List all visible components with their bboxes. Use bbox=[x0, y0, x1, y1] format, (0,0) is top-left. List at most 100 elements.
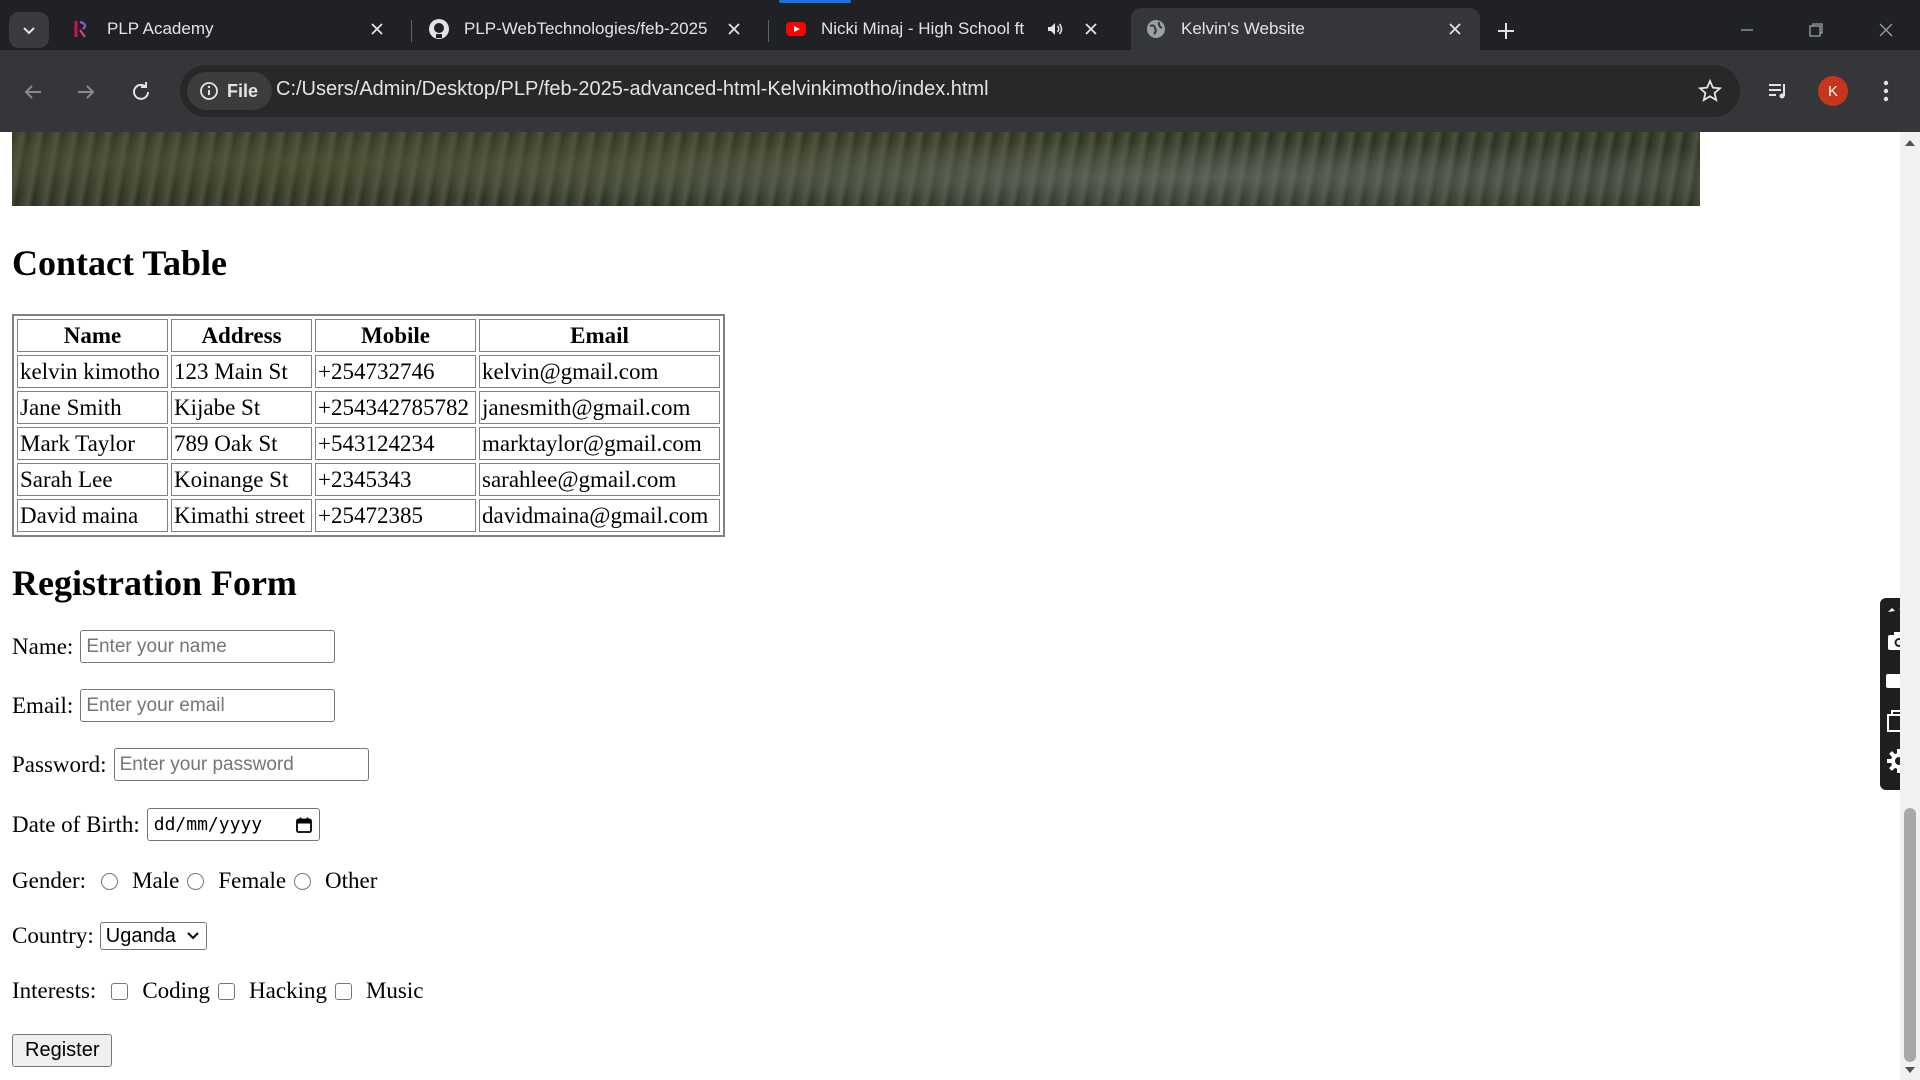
gender-label: Gender: bbox=[12, 868, 87, 893]
chevron-down-icon bbox=[23, 27, 35, 35]
name-input[interactable] bbox=[80, 630, 336, 663]
gender-radio-male[interactable] bbox=[101, 872, 119, 890]
browser-menu-button[interactable] bbox=[1868, 73, 1904, 109]
tab-strip: PLP Academy PLP-WebTechnologies/feb-2025… bbox=[0, 0, 1920, 50]
tab-plp-academy[interactable]: PLP Academy bbox=[57, 8, 402, 50]
table-cell: janesmith@gmail.com bbox=[479, 391, 720, 424]
gender-row: Gender: Male Female Other bbox=[12, 868, 377, 894]
interest-option-label: Music bbox=[365, 978, 424, 1003]
landscape-image bbox=[12, 132, 1700, 206]
github-icon bbox=[429, 19, 449, 39]
close-icon[interactable] bbox=[1080, 18, 1102, 40]
restore-icon bbox=[1809, 23, 1823, 37]
password-row: Password: bbox=[12, 748, 369, 781]
column-header-address: Address bbox=[171, 319, 312, 352]
gender-option-label: Male bbox=[132, 868, 180, 893]
avatar: K bbox=[1818, 76, 1848, 106]
interest-checkbox-hacking[interactable] bbox=[218, 982, 236, 1000]
tab-youtube[interactable]: Nicki Minaj - High School ft bbox=[771, 8, 1116, 50]
close-icon[interactable] bbox=[723, 18, 745, 40]
table-cell: marktaylor@gmail.com bbox=[479, 427, 720, 460]
table-row: Mark Taylor 789 Oak St +543124234 markta… bbox=[17, 427, 720, 460]
media-controls-button[interactable] bbox=[1760, 73, 1796, 109]
tab-search-button[interactable] bbox=[9, 12, 49, 48]
gender-radio-other[interactable] bbox=[294, 872, 312, 890]
contact-table: Name Address Mobile Email kelvin kimotho… bbox=[12, 314, 725, 537]
scroll-down-arrow-icon[interactable] bbox=[1904, 1064, 1916, 1076]
tab-title: PLP Academy bbox=[107, 19, 214, 38]
column-header-name: Name bbox=[17, 319, 168, 352]
audio-playing-indicator bbox=[779, 0, 851, 3]
close-window-button[interactable] bbox=[1866, 12, 1906, 48]
tab-github[interactable]: PLP-WebTechnologies/feb-2025 bbox=[414, 8, 759, 50]
name-label: Name: bbox=[12, 633, 74, 659]
arrow-right-icon bbox=[78, 85, 95, 99]
speaker-icon[interactable] bbox=[1044, 18, 1066, 40]
table-cell: +254732746 bbox=[315, 355, 476, 388]
site-info-chip[interactable]: File bbox=[187, 72, 273, 110]
email-input[interactable] bbox=[80, 689, 336, 722]
tab-separator bbox=[768, 20, 769, 42]
address-bar[interactable]: File C:/Users/Admin/Desktop/PLP/feb-2025… bbox=[180, 65, 1740, 117]
scroll-up-arrow-icon[interactable] bbox=[1904, 137, 1916, 149]
forward-button[interactable] bbox=[68, 74, 104, 110]
contact-table-heading: Contact Table bbox=[12, 243, 228, 283]
table-cell: Koinange St bbox=[171, 463, 312, 496]
page-scrollbar[interactable] bbox=[1900, 132, 1920, 1080]
browser-toolbar: File C:/Users/Admin/Desktop/PLP/feb-2025… bbox=[0, 50, 1920, 132]
interest-checkbox-coding[interactable] bbox=[111, 982, 129, 1000]
table-cell: +254342785782 bbox=[315, 391, 476, 424]
interest-checkbox-music[interactable] bbox=[334, 982, 352, 1000]
new-tab-button[interactable] bbox=[1491, 16, 1521, 46]
tab-title: PLP-WebTechnologies/feb-2025 bbox=[464, 19, 708, 38]
column-header-email: Email bbox=[479, 319, 720, 352]
restore-button[interactable] bbox=[1796, 12, 1836, 48]
scrollbar-thumb[interactable] bbox=[1904, 808, 1916, 1062]
registration-form-heading: Registration Form bbox=[12, 563, 297, 603]
password-input[interactable] bbox=[113, 748, 369, 781]
table-row: Sarah Lee Koinange St +2345343 sarahlee@… bbox=[17, 463, 720, 496]
dob-value: dd/mm/yyyy bbox=[153, 814, 263, 835]
youtube-icon bbox=[786, 22, 806, 36]
back-button[interactable] bbox=[15, 74, 51, 110]
bookmark-button[interactable] bbox=[1696, 77, 1724, 105]
tab-separator bbox=[411, 20, 412, 42]
country-select[interactable]: Uganda bbox=[99, 922, 207, 950]
close-icon[interactable] bbox=[1444, 18, 1466, 40]
table-cell: kelvin@gmail.com bbox=[479, 355, 720, 388]
country-label: Country: bbox=[12, 923, 94, 948]
close-icon[interactable] bbox=[366, 18, 388, 40]
url-text[interactable]: C:/Users/Admin/Desktop/PLP/feb-2025-adva… bbox=[276, 78, 989, 101]
table-cell: Jane Smith bbox=[17, 391, 168, 424]
table-cell: 789 Oak St bbox=[171, 427, 312, 460]
dob-input[interactable]: dd/mm/yyyy bbox=[146, 808, 320, 841]
table-row: kelvin kimotho 123 Main St +254732746 ke… bbox=[17, 355, 720, 388]
name-row: Name: bbox=[12, 630, 336, 663]
table-cell: +543124234 bbox=[315, 427, 476, 460]
calendar-icon[interactable] bbox=[295, 816, 313, 834]
profile-button[interactable]: K bbox=[1815, 73, 1851, 109]
interests-label: Interests: bbox=[12, 978, 97, 1003]
minimize-button[interactable] bbox=[1727, 12, 1767, 48]
interest-option-label: Coding bbox=[142, 978, 211, 1003]
star-icon bbox=[1698, 79, 1722, 102]
globe-icon bbox=[1147, 20, 1165, 38]
interest-option-label: Hacking bbox=[249, 978, 327, 1003]
table-cell: Sarah Lee bbox=[17, 463, 168, 496]
tab-kelvins-website[interactable]: Kelvin's Website bbox=[1131, 8, 1480, 50]
reload-button[interactable] bbox=[123, 74, 159, 110]
table-cell: sarahlee@gmail.com bbox=[479, 463, 720, 496]
table-cell: Kijabe St bbox=[171, 391, 312, 424]
table-cell: Mark Taylor bbox=[17, 427, 168, 460]
register-button[interactable]: Register bbox=[12, 1034, 113, 1067]
gender-option-label: Female bbox=[218, 868, 287, 893]
table-cell: David maina bbox=[17, 499, 168, 532]
dob-label: Date of Birth: bbox=[12, 811, 140, 837]
table-row: David maina Kimathi street +25472385 dav… bbox=[17, 499, 720, 532]
gender-option-label: Other bbox=[325, 868, 378, 893]
info-icon bbox=[200, 82, 218, 100]
table-cell: kelvin kimotho bbox=[17, 355, 168, 388]
interests-row: Interests: Coding Hacking Music bbox=[12, 978, 423, 1004]
plus-icon bbox=[1498, 23, 1514, 39]
gender-radio-female[interactable] bbox=[187, 872, 205, 890]
